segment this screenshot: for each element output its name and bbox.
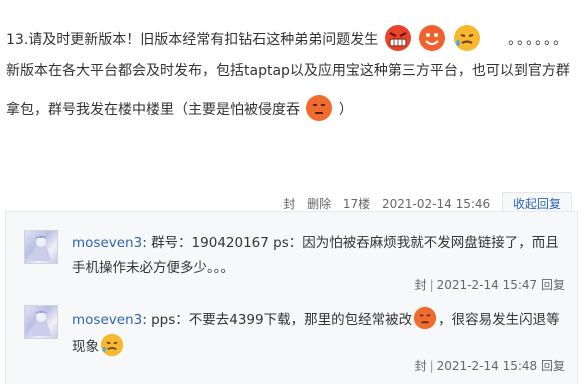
- reply-username[interactable]: moseven3: [72, 312, 142, 328]
- reply-meta: 封 | 2021-2-14 15:48 回复: [414, 359, 565, 373]
- reply-date: 2021-2-14 15:47: [436, 278, 538, 292]
- seal-link[interactable]: 封: [415, 359, 427, 373]
- avatar-image: [31, 236, 51, 261]
- post-text-3b: ）: [338, 102, 353, 118]
- post-line-2: 新版本在各大平台都会及时发布，包括taptap以及应用宝这种第三方平台，也可以到…: [6, 63, 570, 79]
- annoyed-emoji-icon: [413, 306, 437, 330]
- reply-text: moseven3: pps：不要去4399下载，那里的包经常被改 ，很容易发生闪…: [72, 306, 567, 360]
- seal-link[interactable]: 封: [415, 278, 427, 292]
- avatar[interactable]: [24, 230, 58, 264]
- delete-link[interactable]: 删除: [307, 197, 331, 211]
- grin-emoji-icon: [419, 25, 446, 51]
- post-line-3: 拿包，群号我发在楼中楼里（主要是怕被侵度吞 ）: [6, 94, 353, 122]
- reply-date: 2021-2-14 15:48: [436, 359, 538, 373]
- reply-meta: 封 | 2021-2-14 15:47 回复: [414, 278, 565, 292]
- post-line-1: 13.请及时更新版本！旧版本经常有扣钻石这种弟弟问题发生 。。。。。。: [6, 24, 569, 52]
- floor-number: 17楼: [342, 197, 371, 211]
- annoyed-emoji-icon: [306, 95, 333, 121]
- reply-link[interactable]: 回复: [541, 359, 565, 373]
- reply-username[interactable]: moseven3: [72, 235, 142, 251]
- post-text-3a: 拿包，群号我发在楼中楼里（主要是怕被侵度吞: [6, 102, 300, 118]
- avatar-image: [31, 311, 51, 336]
- post-text-1: 13.请及时更新版本！旧版本经常有扣钻石这种弟弟问题发生: [6, 32, 379, 48]
- ellipsis-text: 。。。。。。: [508, 32, 570, 48]
- avatar[interactable]: [24, 305, 58, 339]
- sweat-emoji-icon: [100, 333, 124, 357]
- sweat-emoji-icon: [453, 25, 480, 51]
- post-date: 2021-02-14 15:46: [382, 197, 491, 211]
- reply-list: moseven3: 群号：190420167 ps：因为怕被吞麻烦我就不发网盘链…: [5, 211, 578, 384]
- angry-emoji-icon: [384, 25, 411, 51]
- reply-link[interactable]: 回复: [541, 278, 565, 292]
- reply-text: moseven3: 群号：190420167 ps：因为怕被吞麻烦我就不发网盘链…: [72, 235, 559, 276]
- seal-link[interactable]: 封: [283, 197, 295, 211]
- reply-content-a: pps：不要去4399下载，那里的包经常被改: [151, 312, 413, 328]
